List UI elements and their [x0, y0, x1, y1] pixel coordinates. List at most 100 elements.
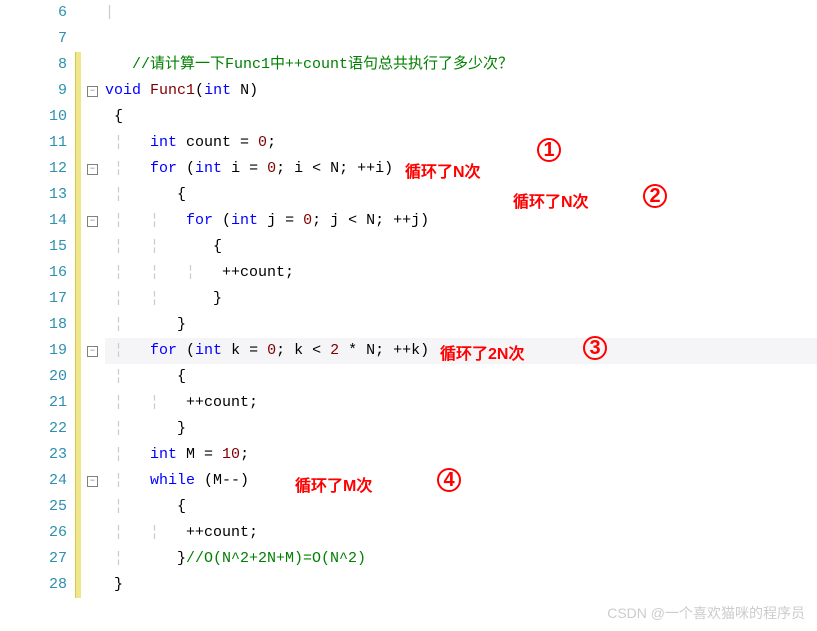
code-line: |: [105, 0, 817, 26]
function-name: Func1: [150, 82, 195, 99]
code-text: (: [177, 160, 195, 177]
number: 10: [222, 446, 240, 463]
line-number: 20: [0, 364, 67, 390]
statement: ++count;: [186, 394, 258, 411]
code-text: (M--): [195, 472, 249, 489]
code-line: ¦ ¦ ++count;: [105, 390, 817, 416]
fold-toggle[interactable]: −: [87, 86, 98, 97]
line-number: 11: [0, 130, 67, 156]
annotation-text: 循环了2N次: [440, 340, 524, 364]
code-text: (: [177, 342, 195, 359]
line-number: 7: [0, 26, 67, 52]
code-line: }: [105, 572, 817, 598]
code-line: {: [105, 104, 817, 130]
line-number: 26: [0, 520, 67, 546]
line-number: 23: [0, 442, 67, 468]
fold-column: − − − − −: [85, 0, 105, 631]
code-text: ; i < N; ++i): [276, 160, 393, 177]
line-number: 17: [0, 286, 67, 312]
code-text: ; j < N; ++j): [312, 212, 429, 229]
fold-toggle[interactable]: −: [87, 164, 98, 175]
change-bar: [75, 52, 81, 598]
line-number: 25: [0, 494, 67, 520]
code-line: ¦ {: [105, 364, 817, 390]
line-number: 10: [0, 104, 67, 130]
annotation-text: 循环了N次: [513, 188, 589, 212]
code-line: ¦ int M = 10;: [105, 442, 817, 468]
annotation-number: 3: [583, 336, 607, 360]
line-number: 15: [0, 234, 67, 260]
keyword-int: int: [204, 82, 231, 99]
keyword-int: int: [150, 446, 177, 463]
line-number: 12: [0, 156, 67, 182]
line-number: 6: [0, 0, 67, 26]
line-number: 21: [0, 390, 67, 416]
code-line: void Func1(int N): [105, 78, 817, 104]
param: N): [231, 82, 258, 99]
line-number: 14: [0, 208, 67, 234]
line-number: 9: [0, 78, 67, 104]
comment: //请计算一下Func1中++count语句总共执行了多少次？: [132, 56, 513, 73]
number: 0: [267, 160, 276, 177]
code-text: * N; ++k): [339, 342, 429, 359]
fold-toggle[interactable]: −: [87, 216, 98, 227]
code-line: ¦ int count = 0;: [105, 130, 817, 156]
keyword-for: for: [150, 342, 177, 359]
code-line: [105, 26, 817, 52]
code-editor: 6 7 8 9 10 11 12 13 14 15 16 17 18 19 20…: [0, 0, 817, 631]
statement: ++count;: [222, 264, 294, 281]
annotation-number: 1: [537, 138, 561, 162]
code-text: ;: [267, 134, 276, 151]
code-text: ; k <: [276, 342, 330, 359]
code-text: j =: [258, 212, 303, 229]
number: 0: [267, 342, 276, 359]
keyword-for: for: [186, 212, 213, 229]
code-line: ¦ }//O(N^2+2N+M)=O(N^2): [105, 546, 817, 572]
comment: //O(N^2+2N+M)=O(N^2): [186, 550, 366, 567]
keyword-int: int: [195, 160, 222, 177]
annotation-number: 2: [643, 184, 667, 208]
code-text: k =: [222, 342, 267, 359]
annotation-text: 循环了N次: [405, 158, 481, 182]
code-line: ¦ }: [105, 312, 817, 338]
line-number: 24: [0, 468, 67, 494]
number: 0: [258, 134, 267, 151]
line-number: 27: [0, 546, 67, 572]
code-line: ¦ ¦ }: [105, 286, 817, 312]
code-line: ¦ }: [105, 416, 817, 442]
code-line: ¦ {: [105, 182, 817, 208]
change-margin: [75, 0, 85, 631]
fold-toggle[interactable]: −: [87, 346, 98, 357]
code-text: count =: [177, 134, 258, 151]
keyword-int: int: [150, 134, 177, 151]
keyword-while: while: [150, 472, 195, 489]
number: 0: [303, 212, 312, 229]
line-number: 19: [0, 338, 67, 364]
code-line: ¦ {: [105, 494, 817, 520]
code-content[interactable]: | //请计算一下Func1中++count语句总共执行了多少次？ void F…: [105, 0, 817, 631]
code-line: ¦ ¦ {: [105, 234, 817, 260]
code-line: ¦ while (M--): [105, 468, 817, 494]
line-number-gutter: 6 7 8 9 10 11 12 13 14 15 16 17 18 19 20…: [0, 0, 75, 631]
keyword-int: int: [231, 212, 258, 229]
code-line: ¦ ¦ ¦ ++count;: [105, 260, 817, 286]
code-text: ;: [240, 446, 249, 463]
line-number: 16: [0, 260, 67, 286]
number: 2: [330, 342, 339, 359]
line-number: 8: [0, 52, 67, 78]
line-number: 13: [0, 182, 67, 208]
annotation-text: 循环了M次: [295, 472, 372, 496]
code-text: i =: [222, 160, 267, 177]
line-number: 28: [0, 572, 67, 598]
annotation-number: 4: [437, 468, 461, 492]
keyword-for: for: [150, 160, 177, 177]
code-text: (: [213, 212, 231, 229]
line-number: 22: [0, 416, 67, 442]
fold-toggle[interactable]: −: [87, 476, 98, 487]
code-line: ¦ ¦ ++count;: [105, 520, 817, 546]
code-line: //请计算一下Func1中++count语句总共执行了多少次？: [105, 52, 817, 78]
keyword-int: int: [195, 342, 222, 359]
line-number: 18: [0, 312, 67, 338]
code-text: M =: [177, 446, 222, 463]
code-line: ¦ ¦ for (int j = 0; j < N; ++j): [105, 208, 817, 234]
